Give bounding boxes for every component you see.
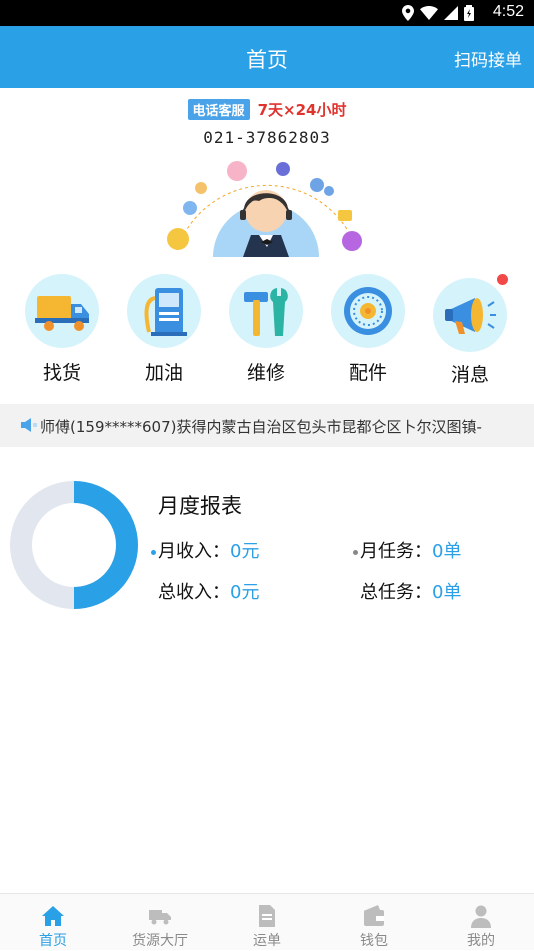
menu-parts[interactable]: 配件 — [328, 270, 408, 390]
menu-icon-circle — [25, 274, 99, 348]
battery-icon — [464, 5, 474, 21]
menu-repair[interactable]: 维修 — [226, 270, 306, 390]
scan-order-button[interactable]: 扫码接单 — [454, 46, 522, 71]
tab-mine[interactable]: 我的 — [436, 894, 526, 951]
app-header: 首页 扫码接单 — [0, 26, 534, 88]
menu-label: 加油 — [144, 362, 183, 384]
bullet — [353, 549, 358, 555]
service-phone[interactable]: 021-37862803 — [0, 128, 534, 147]
tab-label: 货源大厅 — [132, 933, 188, 949]
document-icon — [259, 905, 275, 927]
report-donut-chart — [10, 481, 138, 609]
monthly-income: 月收入：0元 — [151, 537, 259, 563]
menu-label: 消息 — [450, 364, 489, 386]
menu-label: 找货 — [42, 362, 81, 384]
tab-home[interactable]: 首页 — [8, 894, 98, 951]
menu-messages[interactable]: 消息 — [430, 270, 510, 390]
total-tasks-value: 0单 — [432, 582, 462, 603]
menu-icon-circle — [331, 274, 405, 348]
repair-tools-icon — [244, 288, 288, 336]
monthly-report: 月度报表 月收入：0元 月任务：0单 总收入：0元 总任务：0单 — [0, 470, 534, 620]
monthly-income-value: 0元 — [230, 541, 260, 562]
tab-label: 运单 — [253, 933, 281, 949]
tab-label: 我的 — [467, 933, 495, 949]
notice-text: 师傅(159*****607)获得内蒙古自治区包头市昆都仑区卜尔汉图镇- — [40, 418, 482, 436]
status-bar: 4:52 — [0, 0, 534, 26]
bottom-tab-bar: 首页 货源大厅 运单 钱包 我的 — [0, 893, 534, 950]
customer-service-hotline: 电话客服 7天×24小时 021-37862803 — [0, 98, 534, 147]
total-income-label: 总收入： — [158, 582, 230, 603]
tab-label: 钱包 — [360, 933, 388, 949]
megaphone-icon — [445, 298, 496, 334]
monthly-tasks-value: 0单 — [432, 541, 462, 562]
wallet-icon — [364, 905, 384, 926]
tab-cargo-hall[interactable]: 货源大厅 — [115, 894, 205, 951]
tab-waybill[interactable]: 运单 — [222, 894, 312, 951]
monthly-tasks: 月任务：0单 — [353, 537, 461, 563]
monthly-tasks-label: 月任务： — [360, 541, 432, 562]
location-icon — [402, 5, 414, 21]
tab-wallet[interactable]: 钱包 — [329, 894, 419, 951]
menu-find-cargo[interactable]: 找货 — [22, 270, 102, 390]
signal-icon — [444, 6, 458, 20]
menu-label: 配件 — [348, 362, 387, 384]
speaker-icon — [21, 418, 37, 432]
quick-menu: 找货 加油 维修 配件 消息 — [0, 270, 534, 390]
donut-progress-arc — [73, 481, 138, 609]
person-icon — [471, 905, 491, 928]
unread-dot — [497, 274, 508, 285]
service-hours: 7天×24小时 — [257, 100, 347, 119]
monthly-income-label: 月收入： — [158, 541, 230, 562]
truck-icon — [149, 910, 171, 925]
notice-marquee[interactable]: 师傅(159*****607)获得内蒙古自治区包头市昆都仑区卜尔汉图镇- — [0, 404, 534, 447]
total-tasks: 总任务：0单 — [360, 578, 461, 604]
customer-service-agent-illustration — [167, 161, 362, 257]
total-tasks-label: 总任务： — [360, 582, 432, 603]
fuel-pump-icon — [144, 288, 187, 336]
menu-icon-circle — [433, 278, 507, 352]
service-badge: 电话客服 — [187, 98, 250, 120]
total-income: 总收入：0元 — [158, 578, 259, 604]
report-title: 月度报表 — [158, 494, 242, 518]
bullet — [151, 549, 156, 555]
clock: 4:52 — [492, 3, 524, 20]
truck-icon — [35, 296, 89, 331]
total-income-value: 0元 — [230, 582, 260, 603]
menu-label: 维修 — [246, 362, 285, 384]
parts-dial-icon — [344, 287, 392, 335]
wifi-icon — [420, 6, 438, 20]
tab-label: 首页 — [39, 933, 67, 949]
menu-icon-circle — [229, 274, 303, 348]
menu-refuel[interactable]: 加油 — [124, 270, 204, 390]
status-icons — [402, 5, 474, 21]
menu-icon-circle — [127, 274, 201, 348]
home-icon — [42, 906, 64, 926]
